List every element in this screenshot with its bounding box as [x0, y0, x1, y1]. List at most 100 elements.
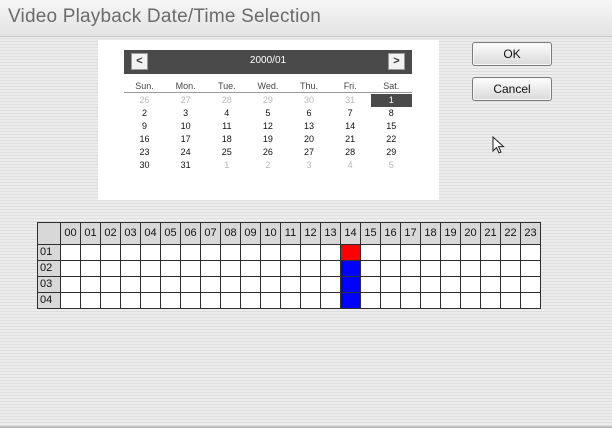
time-slot[interactable] [220, 244, 241, 261]
cancel-button[interactable]: Cancel [472, 77, 552, 101]
calendar-day[interactable]: 7 [330, 107, 371, 120]
time-slot[interactable] [220, 276, 241, 293]
time-slot[interactable] [140, 260, 161, 277]
time-slot[interactable] [460, 244, 481, 261]
time-slot[interactable] [400, 292, 421, 309]
time-slot[interactable] [60, 244, 81, 261]
calendar-day[interactable]: 10 [165, 120, 206, 133]
next-month-button[interactable]: > [388, 53, 405, 70]
time-slot-recorded[interactable] [340, 292, 361, 309]
calendar-day[interactable]: 24 [165, 146, 206, 159]
time-slot[interactable] [380, 260, 401, 277]
time-slot[interactable] [380, 292, 401, 309]
time-slot[interactable] [80, 292, 101, 309]
time-slot[interactable] [120, 276, 141, 293]
time-slot[interactable] [520, 276, 541, 293]
time-slot[interactable] [80, 244, 101, 261]
time-slot[interactable] [480, 292, 501, 309]
time-slot[interactable] [200, 292, 221, 309]
calendar-day[interactable]: 31 [165, 159, 206, 172]
time-slot[interactable] [320, 260, 341, 277]
time-slot[interactable] [160, 292, 181, 309]
time-slot[interactable] [300, 244, 321, 261]
time-slot[interactable] [440, 244, 461, 261]
calendar-day[interactable]: 5 [247, 107, 288, 120]
time-slot[interactable] [280, 260, 301, 277]
calendar-day[interactable]: 5 [371, 159, 412, 172]
time-slot[interactable] [280, 276, 301, 293]
time-slot[interactable] [320, 276, 341, 293]
time-slot[interactable] [300, 276, 321, 293]
calendar-day[interactable]: 6 [289, 107, 330, 120]
calendar-day[interactable]: 20 [289, 133, 330, 146]
time-slot[interactable] [280, 244, 301, 261]
time-slot[interactable] [180, 292, 201, 309]
time-slot[interactable] [380, 244, 401, 261]
time-slot[interactable] [420, 276, 441, 293]
time-slot[interactable] [300, 292, 321, 309]
calendar-day[interactable]: 8 [371, 107, 412, 120]
time-slot[interactable] [500, 292, 521, 309]
time-slot[interactable] [440, 276, 461, 293]
time-slot[interactable] [420, 292, 441, 309]
time-slot[interactable] [200, 260, 221, 277]
time-slot[interactable] [500, 260, 521, 277]
calendar-day[interactable]: 27 [165, 94, 206, 107]
time-slot[interactable] [520, 260, 541, 277]
calendar-day[interactable]: 30 [124, 159, 165, 172]
time-slot[interactable] [100, 244, 121, 261]
calendar-day[interactable]: 28 [206, 94, 247, 107]
time-slot[interactable] [100, 260, 121, 277]
calendar-day[interactable]: 19 [247, 133, 288, 146]
calendar-day[interactable]: 14 [330, 120, 371, 133]
time-slot[interactable] [420, 260, 441, 277]
time-slot-recorded[interactable] [340, 276, 361, 293]
time-slot[interactable] [400, 276, 421, 293]
time-slot[interactable] [200, 244, 221, 261]
time-slot[interactable] [180, 244, 201, 261]
time-slot[interactable] [160, 260, 181, 277]
time-slot[interactable] [100, 292, 121, 309]
calendar-day-selected[interactable]: 1 [370, 94, 412, 107]
time-slot[interactable] [240, 260, 261, 277]
time-slot[interactable] [60, 260, 81, 277]
time-slot[interactable] [360, 244, 381, 261]
time-slot[interactable] [360, 292, 381, 309]
time-slot[interactable] [400, 244, 421, 261]
time-slot[interactable] [360, 276, 381, 293]
calendar-day[interactable]: 3 [289, 159, 330, 172]
time-slot[interactable] [320, 244, 341, 261]
calendar-day[interactable]: 11 [206, 120, 247, 133]
time-slot[interactable] [80, 260, 101, 277]
calendar-day[interactable]: 26 [247, 146, 288, 159]
time-slot[interactable] [500, 276, 521, 293]
time-slot[interactable] [300, 260, 321, 277]
time-slot[interactable] [60, 292, 81, 309]
time-slot[interactable] [500, 244, 521, 261]
calendar-day[interactable]: 4 [330, 159, 371, 172]
time-slot[interactable] [440, 260, 461, 277]
time-slot[interactable] [320, 292, 341, 309]
time-slot[interactable] [160, 244, 181, 261]
time-slot[interactable] [160, 276, 181, 293]
time-slot[interactable] [240, 292, 261, 309]
time-slot[interactable] [520, 244, 541, 261]
time-slot-recorded[interactable] [340, 244, 361, 261]
calendar-day[interactable]: 23 [124, 146, 165, 159]
calendar-day[interactable]: 3 [165, 107, 206, 120]
calendar-day[interactable]: 18 [206, 133, 247, 146]
time-slot[interactable] [480, 244, 501, 261]
time-slot-recorded[interactable] [340, 260, 361, 277]
calendar-day[interactable]: 15 [371, 120, 412, 133]
ok-button[interactable]: OK [472, 42, 552, 66]
calendar-day[interactable]: 12 [247, 120, 288, 133]
time-slot[interactable] [260, 292, 281, 309]
time-slot[interactable] [260, 244, 281, 261]
time-slot[interactable] [140, 276, 161, 293]
time-slot[interactable] [460, 260, 481, 277]
time-slot[interactable] [520, 292, 541, 309]
time-slot[interactable] [100, 276, 121, 293]
calendar-day[interactable]: 25 [206, 146, 247, 159]
calendar-day[interactable]: 1 [206, 159, 247, 172]
calendar-day[interactable]: 2 [124, 107, 165, 120]
